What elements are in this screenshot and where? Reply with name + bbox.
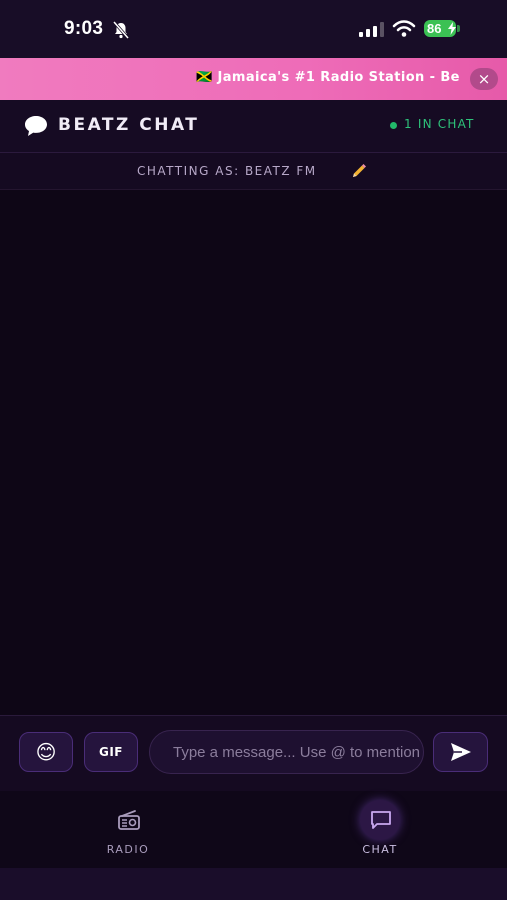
chatting-as-label: CHATTING AS: BEATZ FM (137, 164, 317, 178)
home-indicator-area (0, 868, 507, 900)
chatting-as-bar[interactable]: CHATTING AS: BEATZ FM (0, 153, 507, 190)
battery-cap (457, 25, 460, 32)
chat-bubble-icon (25, 116, 47, 136)
signal-icon (359, 22, 384, 37)
message-list[interactable] (0, 190, 507, 715)
banner-close-button[interactable]: × (470, 68, 498, 90)
nav-label-radio: RADIO (106, 843, 150, 856)
bottom-nav (0, 791, 507, 868)
status-time: 9:03 (64, 18, 104, 39)
nav-item-radio[interactable]: RADIO (88, 800, 168, 860)
send-icon (451, 743, 471, 761)
radio-icon-wrap (108, 800, 148, 840)
banner-text: 🇯🇲 Jamaica's #1 Radio Station - Be (196, 70, 460, 85)
announcement-banner: 🇯🇲 Jamaica's #1 Radio Station - Be (0, 58, 507, 100)
wifi-icon (392, 20, 416, 37)
gif-button[interactable]: GIF (84, 732, 138, 772)
online-count: 1 IN CHAT (404, 117, 475, 131)
chat-icon (371, 811, 391, 829)
chat-icon-wrap (360, 800, 400, 840)
emoji-button[interactable]: 😊 (19, 732, 73, 772)
send-button[interactable] (433, 732, 488, 772)
radio-icon (118, 810, 140, 830)
bell-off-icon (113, 21, 129, 39)
status-bar: 9:03 86 (0, 0, 507, 58)
online-status-dot (390, 122, 397, 129)
charging-bolt-icon (448, 22, 456, 35)
nav-item-chat[interactable]: CHAT (340, 800, 420, 860)
message-input[interactable] (149, 730, 424, 774)
chat-title: BEATZ CHAT (58, 115, 200, 135)
nav-label-chat: CHAT (362, 843, 398, 856)
chat-header: BEATZ CHAT 1 IN CHAT (0, 100, 507, 153)
pencil-icon[interactable] (351, 163, 367, 179)
